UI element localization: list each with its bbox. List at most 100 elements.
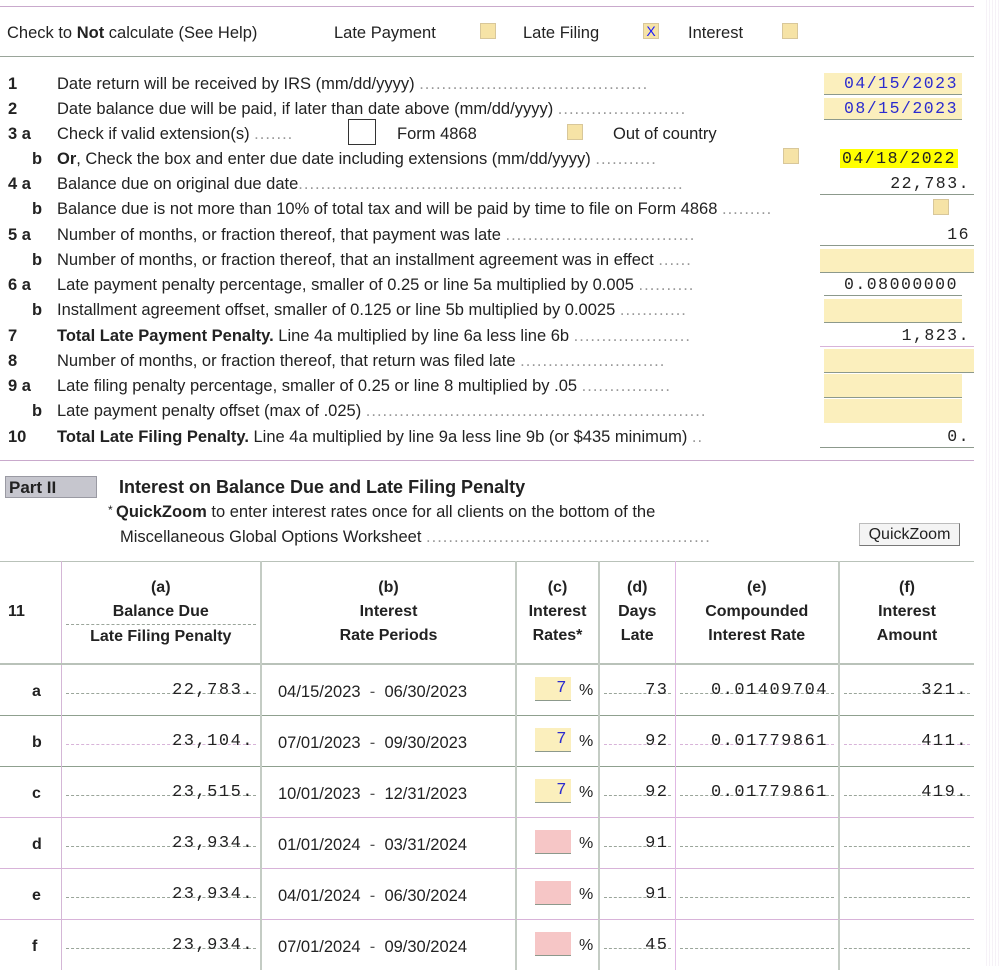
interest-rate-input[interactable]: 7 [535,677,571,701]
interest-rate-input[interactable]: 7 [535,779,571,803]
row-label: f [32,938,37,956]
days-late-value[interactable]: 73 [645,681,668,700]
line-10-total-late-filing-penalty[interactable]: 0. [820,426,974,448]
col-e-header: (e) Compounded Interest Rate [675,561,839,664]
line-8-months-input[interactable] [824,349,974,373]
interest-rate-input[interactable]: 7 [535,728,571,752]
table-row: e 23,934. 04/01/2024 - 06/30/2024 % 91 [0,869,974,920]
days-late-value[interactable]: 91 [645,834,668,853]
line-number: 9 a [8,377,52,396]
late-filing-checkbox[interactable]: X [643,23,659,39]
form-4868-checkbox[interactable] [348,119,376,145]
percent-sign: % [579,886,593,904]
percent-sign: % [579,784,593,802]
line-number: 2 [8,100,52,119]
line-number: 5 a [8,226,52,245]
quickzoom-button[interactable]: QuickZoom [859,523,960,546]
interest-label: Interest [688,24,743,43]
line-8-label: Number of months, or fraction thereof, t… [57,352,665,371]
percent-sign: % [579,937,593,955]
rate-period: 01/01/2024 - 03/31/2024 [278,836,467,855]
table-row: a 22,783. 04/15/2023 - 06/30/2023 7% 73 … [0,664,974,716]
line-9a-percentage-input[interactable] [824,374,962,398]
line-number: 10 [8,428,52,447]
line-6a-percentage[interactable]: 0.08000000 [824,274,962,296]
line-1-label: Date return will be received by IRS (mm/… [57,75,648,94]
line-number: 7 [8,327,52,346]
divider [0,56,974,57]
line-9b-label: Late payment penalty offset (max of .025… [57,402,706,421]
line-6b-label: Installment agreement offset, smaller of… [57,301,687,320]
line-9b-offset-input[interactable] [824,399,962,423]
line-5b-label: Number of months, or fraction thereof, t… [57,251,692,270]
divider [0,6,974,7]
days-late-value[interactable]: 91 [645,885,668,904]
extension-due-date-input[interactable]: 04/18/2022 [824,148,962,170]
balance-due-value[interactable]: 23,934. [172,885,254,904]
line-5a-label: Number of months, or fraction thereof, t… [57,226,695,245]
balance-due-value[interactable]: 23,515. [172,783,254,802]
rate-period: 07/01/2024 - 09/30/2024 [278,938,467,957]
compounded-rate-value[interactable]: 0.01779861 [711,732,828,751]
line-6b-offset-input[interactable] [824,299,962,323]
days-late-value[interactable]: 92 [645,732,668,751]
line-number: 3 a [8,125,52,144]
interest-amount-value[interactable]: 411. [921,732,968,751]
rate-period: 04/01/2024 - 06/30/2024 [278,887,467,906]
rate-period: 10/01/2023 - 12/31/2023 [278,785,467,804]
col-f-header: (f) Interest Amount [839,561,974,664]
interest-checkbox[interactable] [782,23,798,39]
quickzoom-note-line2: Miscellaneous Global Options Worksheet .… [120,528,711,547]
line-4a-amount[interactable]: 22,783. [820,173,974,195]
line-7-label: Total Late Payment Penalty. Line 4a mult… [57,327,691,346]
row-label: e [32,887,41,905]
line-2-date-input[interactable]: 08/15/2023 [824,98,962,120]
interest-rate-input[interactable] [535,932,571,956]
out-of-country-label: Out of country [613,125,717,144]
line-2-label: Date balance due will be paid, if later … [57,100,686,119]
row-label: b [32,734,42,752]
late-payment-checkbox[interactable] [480,23,496,39]
line-7-total-late-payment-penalty[interactable]: 1,823. [820,325,974,347]
compounded-rate-value[interactable]: 0.01409704 [711,681,828,700]
extension-date-checkbox[interactable] [783,148,799,164]
days-late-value[interactable]: 45 [645,936,668,955]
balance-due-value[interactable]: 22,783. [172,681,254,700]
col-a-header: (a) Balance Due Late Filing Penalty [61,561,261,664]
line-3b-label: Or, Check the box and enter due date inc… [57,150,657,169]
col-d-header: (d) Days Late [599,561,675,664]
late-payment-label: Late Payment [334,24,436,43]
percent-sign: % [579,835,593,853]
table-row: c 23,515. 10/01/2023 - 12/31/2023 7% 92 … [0,767,974,818]
days-late-value[interactable]: 92 [645,783,668,802]
form-4868-label: Form 4868 [397,125,477,144]
line-number: 1 [8,75,52,94]
percent-sign: % [579,733,593,751]
balance-due-value[interactable]: 23,104. [172,732,254,751]
line-4b-checkbox[interactable] [933,199,949,215]
line-number: 8 [8,352,52,371]
interest-amount-value[interactable]: 419. [921,783,968,802]
out-of-country-checkbox[interactable] [567,124,583,140]
line-number: 4 a [8,175,52,194]
percent-sign: % [579,682,593,700]
interest-amount-value[interactable]: 321. [921,681,968,700]
compounded-rate-value[interactable]: 0.01779861 [711,783,828,802]
table-row: d 23,934. 01/01/2024 - 03/31/2024 % 91 [0,818,974,869]
line-1-date-input[interactable]: 04/15/2023 [824,73,962,95]
line-3a-label: Check if valid extension(s) ....... [57,125,293,144]
row-label: c [32,785,41,803]
line-5b-months-input[interactable] [820,249,974,273]
balance-due-value[interactable]: 23,934. [172,834,254,853]
late-filing-label: Late Filing [523,24,599,43]
interest-rate-input[interactable] [535,881,571,905]
rate-period: 07/01/2023 - 09/30/2023 [278,734,467,753]
line-11-number: 11 [0,561,61,664]
interest-rate-input[interactable] [535,830,571,854]
divider [0,460,974,461]
not-calculate-label: Check to Not calculate (See Help) [7,24,257,43]
balance-due-value[interactable]: 23,934. [172,936,254,955]
row-label: d [32,836,42,854]
interest-table: 11 (a) Balance Due Late Filing Penalty (… [0,561,974,970]
line-5a-months[interactable]: 16 [820,224,974,246]
